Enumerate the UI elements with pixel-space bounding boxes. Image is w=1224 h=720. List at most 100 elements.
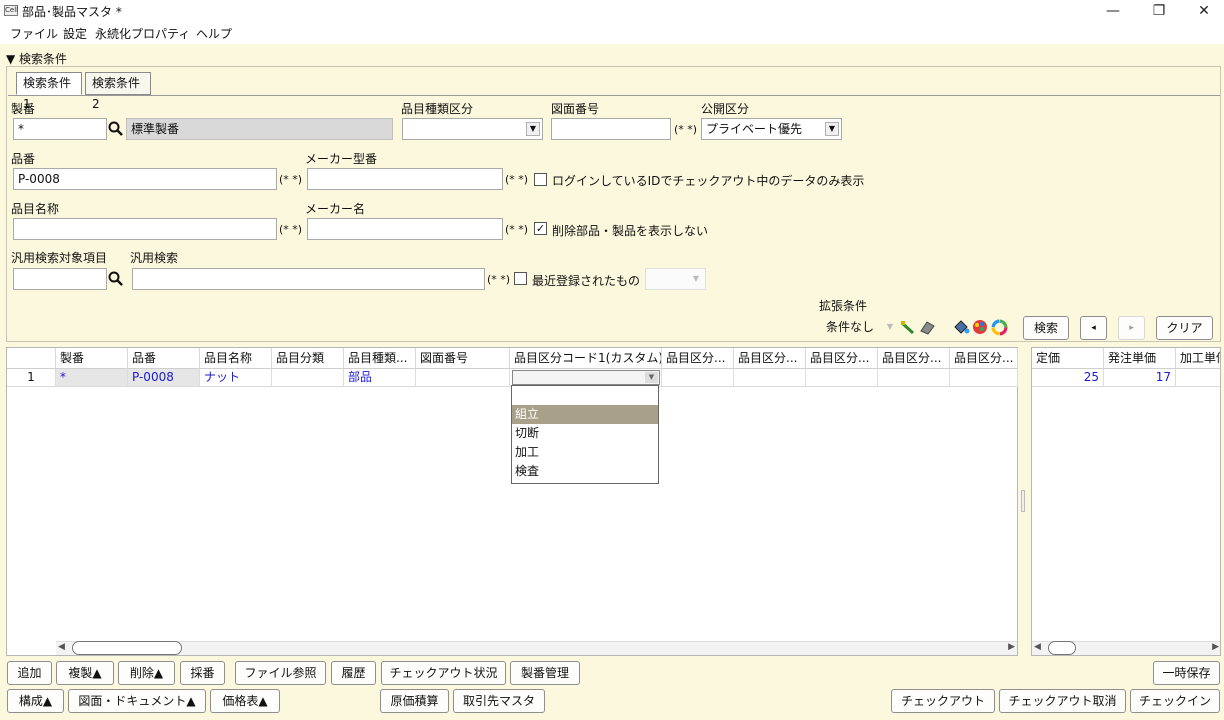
history-button[interactable]: 履歴: [331, 661, 376, 685]
color-wheel-icon[interactable]: [991, 319, 1008, 336]
column-header[interactable]: 品目名称: [200, 348, 272, 369]
maker-name-input[interactable]: [307, 218, 503, 240]
column-header[interactable]: 品目区分...: [662, 348, 734, 369]
table-cell[interactable]: 部品: [344, 369, 416, 387]
dropdown-option[interactable]: 切断: [512, 424, 658, 443]
maker-model-input[interactable]: [307, 168, 503, 190]
tab-search-1[interactable]: 検索条件1: [16, 72, 82, 111]
drawing-document-button[interactable]: 図面・ドキュメント▲: [68, 689, 206, 713]
next-button[interactable]: ▸: [1118, 316, 1145, 340]
table-cell[interactable]: [950, 369, 1018, 387]
column-header[interactable]: 品目区分コード1(カスタム): [510, 348, 662, 369]
eraser-icon[interactable]: [918, 319, 936, 335]
table-cell[interactable]: 17: [1104, 369, 1176, 387]
prev-button[interactable]: ◂: [1080, 316, 1107, 340]
structure-button[interactable]: 構成▲: [7, 689, 64, 713]
palette-icon[interactable]: [972, 319, 988, 335]
supplier-master-button[interactable]: 取引先マスタ: [453, 689, 545, 713]
public-select[interactable]: プライベート優先 ▼: [701, 118, 842, 140]
checkout-only-checkbox[interactable]: [534, 173, 547, 186]
close-button[interactable]: ✕: [1181, 0, 1224, 22]
dropdown-option[interactable]: 加工: [512, 443, 658, 462]
drawing-no-input[interactable]: [551, 118, 671, 140]
table-cell[interactable]: [662, 369, 734, 387]
menu-help[interactable]: ヘルプ: [196, 25, 232, 42]
horizontal-scrollbar[interactable]: ◀ ▶: [56, 641, 1017, 655]
cost-estimate-button[interactable]: 原価積算: [380, 689, 449, 713]
column-header[interactable]: 定価: [1032, 348, 1104, 369]
color-fill-icon[interactable]: [952, 319, 970, 335]
minimize-button[interactable]: —: [1090, 0, 1136, 22]
scroll-left-icon[interactable]: ◀: [58, 642, 65, 652]
clear-button[interactable]: クリア: [1156, 316, 1213, 340]
row-number[interactable]: 1: [7, 369, 56, 387]
generic-target-search-icon[interactable]: [108, 271, 123, 286]
item-name-input[interactable]: [13, 218, 277, 240]
horizontal-scrollbar[interactable]: ◀ ▶: [1032, 641, 1220, 655]
table-cell[interactable]: [878, 369, 950, 387]
column-header[interactable]: 品目区分...: [878, 348, 950, 369]
splitter-handle[interactable]: [1021, 490, 1025, 512]
search-button[interactable]: 検索: [1023, 316, 1069, 340]
edit-condition-icon[interactable]: [900, 319, 916, 335]
menu-file[interactable]: ファイル: [10, 25, 58, 42]
table-cell[interactable]: 25: [1032, 369, 1104, 387]
table-cell[interactable]: ナット: [200, 369, 272, 387]
scrollbar-thumb[interactable]: [1048, 641, 1076, 655]
table-cell[interactable]: [806, 369, 878, 387]
temp-save-button[interactable]: 一時保存: [1153, 661, 1220, 685]
seiban-search-icon[interactable]: [108, 121, 123, 136]
item-no-wildcard: (* *): [279, 173, 303, 186]
column-header[interactable]: 品目区分...: [950, 348, 1018, 369]
numbering-button[interactable]: 採番: [180, 661, 225, 685]
table-cell[interactable]: P-0008: [128, 369, 200, 387]
column-header[interactable]: 品目区分...: [734, 348, 806, 369]
seiban-manage-button[interactable]: 製番管理: [510, 661, 580, 685]
dropdown-option[interactable]: [512, 386, 658, 405]
price-table-button[interactable]: 価格表▲: [210, 689, 280, 713]
seiban-input[interactable]: *: [13, 118, 107, 140]
table-cell[interactable]: [734, 369, 806, 387]
scroll-right-icon[interactable]: ▶: [1008, 642, 1015, 652]
hide-deleted-checkbox[interactable]: ✓: [534, 222, 547, 235]
table-cell[interactable]: *: [56, 369, 128, 387]
column-header[interactable]: 品目種類...: [344, 348, 416, 369]
column-header[interactable]: 品目分類: [272, 348, 344, 369]
item-no-input[interactable]: P-0008: [13, 168, 277, 190]
recent-checkbox[interactable]: [514, 272, 527, 285]
column-header[interactable]: 品目区分...: [806, 348, 878, 369]
table-cell[interactable]: [1176, 369, 1220, 387]
add-button[interactable]: 追加: [7, 661, 52, 685]
generic-search-input[interactable]: [132, 268, 485, 290]
column-header[interactable]: 加工単価: [1176, 348, 1220, 369]
scroll-left-icon[interactable]: ◀: [1034, 642, 1041, 652]
tab-search-2[interactable]: 検索条件2: [85, 72, 151, 111]
category-code-combo[interactable]: ▼: [512, 370, 660, 385]
dropdown-option[interactable]: 検査: [512, 462, 658, 481]
drawing-no-label: 図面番号: [551, 102, 600, 116]
file-reference-button[interactable]: ファイル参照: [235, 661, 326, 685]
column-header[interactable]: 品番: [128, 348, 200, 369]
checkout-cancel-button[interactable]: チェックアウト取消: [999, 689, 1126, 713]
search-section-toggle[interactable]: ▼ 検索条件: [6, 50, 67, 67]
ext-condition-select[interactable]: 条件なし ▼: [822, 316, 897, 338]
checkout-button[interactable]: チェックアウト: [891, 689, 995, 713]
dropdown-option-selected[interactable]: 組立: [512, 405, 658, 424]
column-header[interactable]: 図面番号: [416, 348, 510, 369]
menu-persistence[interactable]: 永続化プロパティ: [95, 25, 190, 42]
duplicate-button[interactable]: 複製▲: [56, 661, 114, 685]
restore-button[interactable]: ❐: [1136, 0, 1182, 22]
table-cell[interactable]: [416, 369, 510, 387]
menu-settings[interactable]: 設定: [63, 25, 87, 42]
column-header[interactable]: 製番: [56, 348, 128, 369]
scroll-right-icon[interactable]: ▶: [1212, 642, 1219, 652]
table-cell[interactable]: [272, 369, 344, 387]
column-header[interactable]: 発注単価: [1104, 348, 1176, 369]
checkout-status-button[interactable]: チェックアウト状況: [381, 661, 506, 685]
scrollbar-thumb[interactable]: [72, 641, 182, 655]
delete-button[interactable]: 削除▲: [118, 661, 175, 685]
generic-target-input[interactable]: [13, 268, 107, 290]
recent-select[interactable]: ▼: [645, 268, 706, 290]
item-type-select[interactable]: ▼: [402, 118, 543, 140]
checkin-button[interactable]: チェックイン: [1130, 689, 1220, 713]
